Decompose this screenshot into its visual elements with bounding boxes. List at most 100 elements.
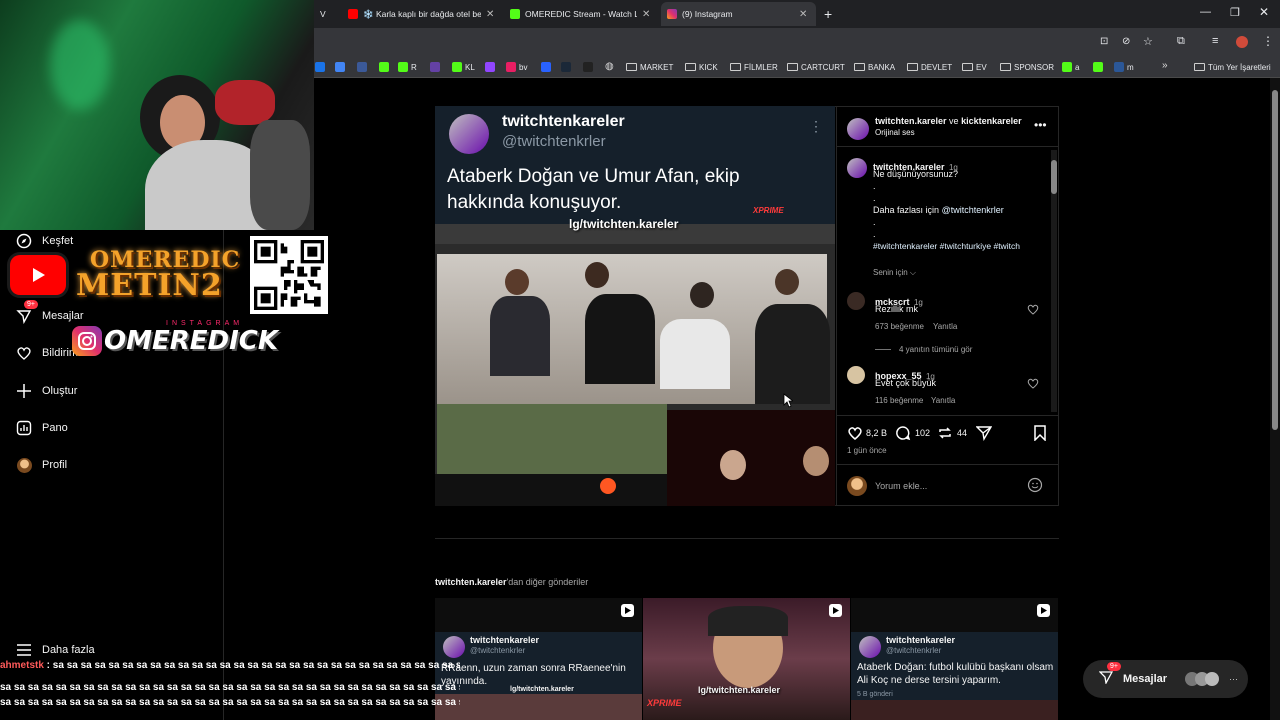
bookmark-label: DEVLET bbox=[921, 62, 953, 72]
globe-icon[interactable]: ◍ bbox=[605, 61, 614, 72]
bookmark-icon[interactable] bbox=[541, 62, 551, 72]
close-window-icon[interactable]: ✕ bbox=[1259, 5, 1269, 19]
bookmark-item[interactable]: R bbox=[398, 60, 417, 74]
repost-count[interactable]: 44 bbox=[957, 428, 967, 438]
reply-button[interactable]: Yanıtla bbox=[933, 322, 957, 331]
bookmark-icon[interactable] bbox=[357, 62, 367, 72]
save-icon[interactable] bbox=[1033, 425, 1047, 446]
folder-icon bbox=[854, 63, 865, 71]
comment-likes[interactable]: 116 beğenme bbox=[875, 396, 923, 405]
scrollbar-thumb[interactable] bbox=[1272, 90, 1278, 430]
repost-icon[interactable] bbox=[937, 425, 953, 446]
post-thumbnail[interactable]: twitchtenkareler @twitchtenkrler Ataberk… bbox=[851, 598, 1058, 720]
bookmark-folder-sponsor[interactable]: SPONSOR bbox=[1000, 60, 1054, 74]
sidebar-item-messages[interactable]: 9+ Mesajlar bbox=[16, 300, 84, 324]
close-icon[interactable]: ✕ bbox=[642, 9, 650, 20]
sidebar-item-dashboard[interactable]: Pano bbox=[16, 420, 68, 436]
avatar[interactable] bbox=[847, 366, 865, 384]
post-thumbnail[interactable]: lg/twitchten.kareler XPRIME bbox=[643, 598, 850, 720]
reply-button[interactable]: Yanıtla bbox=[931, 396, 955, 405]
browser-tab[interactable]: OMEREDIC Stream - Watch Live ✕ bbox=[504, 2, 659, 26]
emoji-icon[interactable] bbox=[1027, 477, 1043, 498]
steam-icon[interactable] bbox=[561, 62, 571, 72]
kick-icon bbox=[398, 62, 408, 72]
star-icon[interactable]: ☆ bbox=[1143, 35, 1153, 48]
compass-icon bbox=[16, 233, 32, 249]
bookmark-icon[interactable] bbox=[315, 62, 325, 72]
bookmark-icon[interactable] bbox=[583, 62, 593, 72]
card-name: twitchtenkareler bbox=[470, 635, 540, 645]
bookmark-item[interactable]: a bbox=[1062, 60, 1079, 74]
bookmark-folder-ev[interactable]: EV bbox=[962, 60, 987, 74]
all-bookmarks[interactable]: Tüm Yer İşaretleri bbox=[1194, 60, 1271, 74]
comment-count[interactable]: 102 bbox=[915, 428, 930, 438]
close-icon[interactable]: ✕ bbox=[799, 9, 807, 20]
audio-label[interactable]: Orijinal ses bbox=[875, 128, 915, 137]
bookmark-icon[interactable] bbox=[379, 62, 389, 72]
browser-tab[interactable]: V bbox=[314, 2, 336, 26]
twitch-icon[interactable] bbox=[485, 62, 495, 72]
hashtags[interactable]: #twitchtenkareler #twitchturkiye #twitch bbox=[873, 241, 1020, 251]
avatar bbox=[847, 476, 867, 496]
share-icon[interactable] bbox=[975, 425, 993, 446]
bookmark-icon[interactable] bbox=[335, 62, 345, 72]
bookmark-folder-banka[interactable]: BANKA bbox=[854, 60, 895, 74]
sidebar-item-profile[interactable]: Profil bbox=[16, 457, 67, 473]
view-replies[interactable]: 4 yanıtın tümünü gör bbox=[899, 345, 972, 354]
watermark: lg/twitchten.kareler bbox=[569, 217, 679, 231]
bookmark-label: KICK bbox=[699, 62, 718, 72]
bookmark-item[interactable]: m bbox=[1114, 60, 1134, 74]
comment-input[interactable]: Yorum ekle... bbox=[875, 481, 927, 491]
minimize-icon[interactable]: — bbox=[1200, 6, 1211, 18]
comment-likes[interactable]: 673 beğenme bbox=[875, 322, 924, 331]
bookmark-folder-cartcurt[interactable]: CARTCURT bbox=[787, 60, 845, 74]
close-icon[interactable]: ✕ bbox=[486, 9, 494, 20]
install-icon[interactable]: ⊡ bbox=[1100, 36, 1108, 47]
bookmark-folder-kick[interactable]: KICK bbox=[685, 60, 718, 74]
for-you-label: Senin için bbox=[873, 268, 908, 277]
header-user2[interactable]: kicktenkareler bbox=[961, 116, 1022, 126]
more-bookmarks-icon[interactable]: » bbox=[1162, 60, 1168, 71]
eye-off-icon[interactable]: ⊘ bbox=[1122, 36, 1130, 47]
caption-dot: . bbox=[873, 229, 876, 239]
browser-tab[interactable]: ❄️ Karla kaplı bir dağda otel be ✕ bbox=[342, 2, 502, 26]
extensions-icon[interactable]: ⧉ bbox=[1177, 35, 1185, 48]
heart-icon[interactable] bbox=[1027, 302, 1039, 320]
bookmark-item[interactable]: KL bbox=[452, 60, 475, 74]
menu-icon[interactable]: ⋮ bbox=[1262, 34, 1274, 48]
bookmark-folder-devlet[interactable]: DEVLET bbox=[907, 60, 952, 74]
bookmark-item[interactable]: bv bbox=[506, 60, 527, 74]
sidebar-item-create[interactable]: Oluştur bbox=[16, 383, 77, 399]
avatar[interactable] bbox=[847, 118, 869, 140]
like-button[interactable] bbox=[847, 425, 863, 446]
media-icon[interactable]: ≡ bbox=[1212, 35, 1218, 47]
restore-icon[interactable]: ❐ bbox=[1230, 6, 1240, 19]
scrollbar[interactable] bbox=[1051, 150, 1057, 412]
avatar[interactable] bbox=[847, 158, 867, 178]
browser-tab-active[interactable]: (9) Instagram ✕ bbox=[661, 2, 816, 26]
bookmark-icon[interactable] bbox=[1093, 62, 1103, 72]
more-posts-user[interactable]: twitchten.kareler bbox=[435, 577, 507, 587]
messages-button[interactable]: 9+ Mesajlar ··· bbox=[1083, 660, 1248, 698]
post-thumbnail[interactable]: twitchtenkareler @twitchtenkrler RRaenn,… bbox=[435, 598, 642, 720]
mention-link[interactable]: @twitchtenkrler bbox=[942, 205, 1004, 215]
sidebar-item-more[interactable]: Daha fazla bbox=[16, 642, 95, 658]
sidebar-item-explore[interactable]: Keşfet bbox=[16, 233, 73, 249]
more-options-icon[interactable]: ••• bbox=[1034, 118, 1047, 132]
folder-icon bbox=[907, 63, 918, 71]
profile-avatar[interactable] bbox=[1236, 36, 1248, 48]
avatar[interactable] bbox=[847, 292, 865, 310]
instagram-icon bbox=[667, 9, 677, 19]
like-count[interactable]: 8,2 B bbox=[866, 428, 887, 438]
for-you-dropdown[interactable]: Senin için ⌵ bbox=[873, 268, 916, 278]
bookmark-folder-filmler[interactable]: FİLMLER bbox=[730, 60, 778, 74]
comment-button[interactable] bbox=[895, 425, 911, 446]
header-user1[interactable]: twitchten.kareler bbox=[875, 116, 947, 126]
post-media[interactable]: twitchtenkareler @twitchtenkrler ⋮ Atabe… bbox=[435, 106, 835, 506]
bookmark-icon[interactable] bbox=[430, 62, 440, 72]
new-tab-button[interactable]: + bbox=[824, 6, 832, 22]
more-icon: ⋮ bbox=[809, 118, 823, 134]
heart-icon[interactable] bbox=[1027, 376, 1039, 394]
bookmark-folder-market[interactable]: MARKET bbox=[626, 60, 673, 74]
avatar-stack bbox=[1185, 672, 1220, 686]
